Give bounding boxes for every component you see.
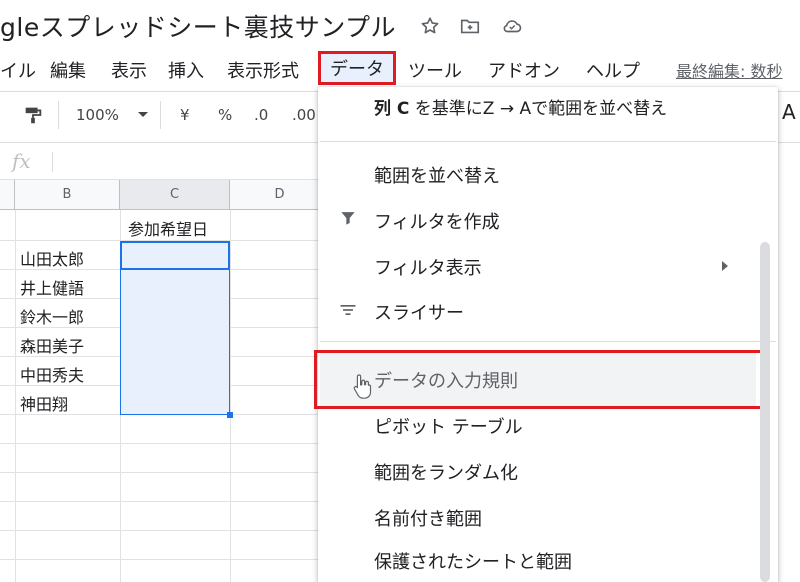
zoom-select[interactable]: 100%	[76, 106, 119, 124]
move-to-folder-icon[interactable]	[456, 12, 484, 40]
grid-line	[0, 530, 330, 531]
column-header-d[interactable]: D	[230, 180, 330, 210]
last-edit-link[interactable]: 最終編集: 数秒	[676, 58, 782, 82]
menu-item-randomize-range[interactable]: 範囲をランダム化	[374, 459, 518, 485]
active-cell[interactable]	[120, 241, 230, 270]
currency-format-button[interactable]: ¥	[180, 106, 190, 124]
fx-label: fx	[12, 149, 31, 173]
grid-line	[0, 559, 330, 560]
cell-c1[interactable]: 参加希望日	[128, 216, 208, 240]
menu-item-slicer[interactable]: スライサー	[374, 299, 464, 325]
highlight-box	[314, 350, 765, 409]
filter-icon	[336, 206, 360, 230]
menu-item-protected-sheets[interactable]: 保護されたシートと範囲	[374, 548, 572, 574]
cell-b6[interactable]: 中田秀夫	[20, 362, 84, 386]
grid-line	[0, 472, 330, 473]
menu-format[interactable]: 表示形式	[227, 57, 299, 83]
cell-b7[interactable]: 神田翔	[20, 391, 68, 415]
chevron-down-icon[interactable]	[138, 112, 148, 117]
increase-decimal-button[interactable]: .00	[292, 106, 316, 124]
menu-item-sort-range-z-a[interactable]: 列 C を基準にZ → Aで範囲を並べ替え	[374, 94, 667, 119]
menu-item-create-filter[interactable]: フィルタを作成	[374, 208, 500, 234]
menu-file[interactable]: イル	[0, 57, 36, 83]
text-color-button[interactable]: A	[782, 100, 796, 124]
cell-b4[interactable]: 鈴木一郎	[20, 304, 84, 328]
menu-view[interactable]: 表示	[111, 57, 147, 83]
menu-separator	[320, 141, 776, 142]
percent-format-button[interactable]: %	[218, 106, 232, 124]
column-header-c[interactable]: C	[120, 180, 230, 210]
cloud-saved-icon[interactable]	[498, 12, 526, 40]
menu-help[interactable]: ヘルプ	[586, 57, 640, 83]
menu-edit[interactable]: 編集	[50, 57, 86, 83]
formula-bar-divider	[52, 152, 53, 172]
menu-data[interactable]: データ	[318, 51, 396, 85]
menu-item-pivot-table[interactable]: ピボット テーブル	[374, 413, 523, 439]
decrease-decimal-button[interactable]: .0	[254, 106, 268, 124]
menu-item-filter-views[interactable]: フィルタ表示	[374, 254, 482, 280]
menu-item-sort-range[interactable]: 範囲を並べ替え	[374, 162, 500, 188]
submenu-arrow-icon	[722, 261, 728, 271]
row-header-corner[interactable]	[0, 180, 15, 210]
cell-b3[interactable]: 井上健語	[20, 275, 84, 299]
grid-line	[230, 210, 231, 582]
grid-line	[0, 501, 330, 502]
menu-addons[interactable]: アドオン	[488, 57, 560, 83]
fill-handle[interactable]	[227, 412, 233, 418]
grid-line	[15, 210, 16, 582]
menu-separator	[320, 341, 776, 342]
grid-line	[0, 443, 330, 444]
menu-insert[interactable]: 挿入	[168, 57, 204, 83]
column-header-b[interactable]: B	[15, 180, 120, 210]
toolbar-divider	[58, 101, 59, 129]
document-title[interactable]: gleスプレッドシート裏技サンプル	[0, 8, 396, 44]
menu-item-named-ranges[interactable]: 名前付き範囲	[374, 505, 482, 531]
toolbar-divider	[160, 101, 161, 129]
star-icon[interactable]	[416, 12, 444, 40]
menu-tools[interactable]: ツール	[408, 57, 462, 83]
paint-format-icon[interactable]	[22, 104, 44, 126]
cell-b5[interactable]: 森田美子	[20, 333, 84, 357]
cell-b2[interactable]: 山田太郎	[20, 246, 84, 270]
menu-scrollbar-thumb[interactable]	[760, 242, 770, 582]
slicer-icon	[336, 298, 360, 322]
